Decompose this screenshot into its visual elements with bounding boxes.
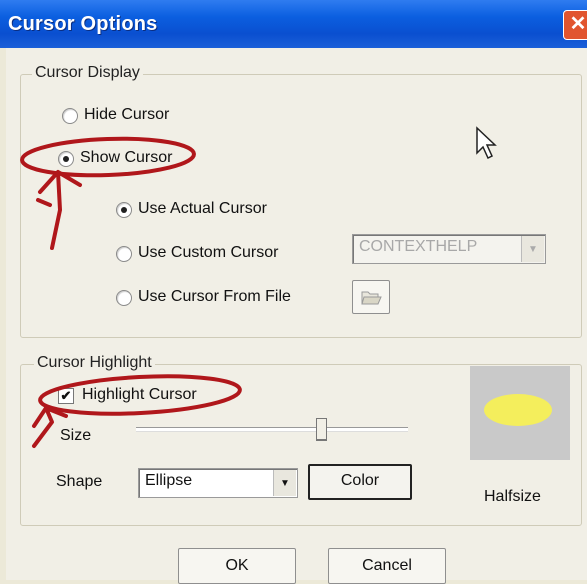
chevron-down-icon[interactable]: ▼: [273, 470, 296, 496]
size-slider-track[interactable]: [136, 427, 408, 432]
highlight-preview-ellipse: [484, 394, 552, 426]
use-cursor-from-file-label[interactable]: Use Cursor From File: [138, 288, 291, 306]
title-bar[interactable]: Cursor Options ✕: [0, 0, 587, 48]
ok-button-label: OK: [225, 557, 249, 574]
use-actual-cursor-label[interactable]: Use Actual Cursor: [138, 200, 267, 218]
browse-file-button[interactable]: [352, 280, 390, 314]
ok-button[interactable]: OK: [178, 548, 296, 584]
shape-select[interactable]: Ellipse ▼: [138, 468, 298, 498]
hide-cursor-radio[interactable]: [62, 108, 78, 124]
window-title: Cursor Options: [8, 13, 158, 35]
cancel-button-label: Cancel: [362, 557, 412, 574]
preview-caption: Halfsize: [484, 488, 541, 505]
highlight-cursor-checkbox[interactable]: ✔: [58, 388, 74, 404]
hide-cursor-label[interactable]: Hide Cursor: [84, 106, 169, 124]
custom-cursor-select[interactable]: CONTEXTHELP ▼: [352, 234, 546, 264]
cancel-button[interactable]: Cancel: [328, 548, 446, 584]
use-actual-cursor-radio[interactable]: [116, 202, 132, 218]
use-cursor-from-file-radio[interactable]: [116, 290, 132, 306]
close-button[interactable]: ✕: [563, 10, 587, 40]
use-custom-cursor-label[interactable]: Use Custom Cursor: [138, 244, 278, 262]
highlight-cursor-label[interactable]: Highlight Cursor: [82, 386, 197, 404]
size-slider-thumb[interactable]: [316, 418, 327, 441]
cursor-display-group-label: Cursor Display: [32, 64, 143, 82]
color-button[interactable]: Color: [308, 464, 412, 500]
highlight-preview: [470, 366, 570, 460]
shape-value: Ellipse: [145, 472, 193, 489]
chevron-down-icon[interactable]: ▼: [521, 236, 544, 262]
cursor-highlight-group-label: Cursor Highlight: [34, 354, 155, 372]
size-label: Size: [60, 427, 92, 444]
show-cursor-label[interactable]: Show Cursor: [80, 149, 172, 167]
folder-open-icon: [361, 291, 382, 305]
use-custom-cursor-radio[interactable]: [116, 246, 132, 262]
color-button-label: Color: [340, 472, 380, 489]
shape-label: Shape: [56, 473, 103, 490]
show-cursor-radio[interactable]: [58, 151, 74, 167]
custom-cursor-value: CONTEXTHELP: [359, 238, 478, 255]
